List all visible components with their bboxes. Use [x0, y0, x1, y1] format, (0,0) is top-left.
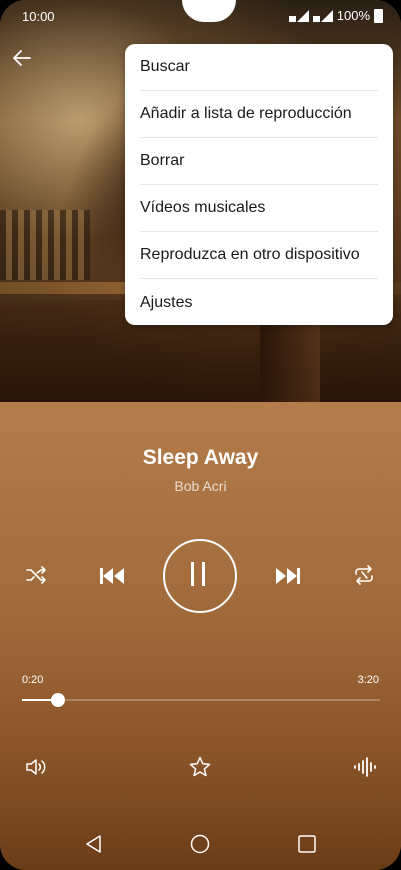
shuffle-button[interactable]	[24, 563, 48, 592]
menu-item-add-to-playlist[interactable]: Añadir a lista de reproducción	[140, 91, 378, 138]
total-duration: 3:20	[357, 674, 379, 686]
arrow-back-icon	[13, 50, 31, 66]
back-button[interactable]	[10, 46, 34, 70]
next-button[interactable]	[274, 564, 302, 593]
menu-item-label: Añadir a lista de reproducción	[140, 105, 352, 122]
music-player-screen: 10:00 100% Buscar Añadir a lista de repr…	[0, 0, 401, 870]
pause-icon	[191, 562, 205, 586]
menu-item-label: Reproduzca en otro dispositivo	[140, 246, 360, 263]
menu-item-label: Buscar	[140, 58, 190, 75]
repeat-icon	[355, 565, 373, 585]
battery-percent: 100%	[336, 8, 370, 23]
menu-item-delete[interactable]: Borrar	[140, 138, 378, 185]
nav-home-icon	[190, 834, 210, 854]
menu-item-settings[interactable]: Ajustes	[140, 279, 378, 326]
seek-bar[interactable]	[22, 693, 380, 707]
menu-item-label: Ajustes	[140, 293, 193, 311]
equalizer-button[interactable]	[352, 755, 378, 784]
signal-2-icon	[312, 9, 333, 22]
repeat-button[interactable]	[352, 563, 376, 592]
volume-icon	[26, 759, 46, 775]
nav-recents-icon	[298, 835, 316, 853]
overflow-menu: Buscar Añadir a lista de reproducción Bo…	[125, 44, 393, 325]
nav-back-icon	[86, 835, 101, 853]
skip-next-icon	[276, 568, 300, 584]
player-panel	[0, 402, 401, 870]
pause-button[interactable]	[163, 539, 237, 613]
shuffle-icon	[26, 566, 46, 584]
menu-item-music-videos[interactable]: Vídeos musicales	[140, 185, 378, 232]
song-title: Sleep Away	[142, 446, 259, 469]
previous-button[interactable]	[98, 564, 126, 593]
menu-item-label: Vídeos musicales	[140, 199, 266, 216]
signal-1-icon	[288, 9, 309, 22]
seek-bar-thumb[interactable]	[51, 693, 65, 707]
skip-previous-icon	[100, 568, 124, 584]
nav-back-button[interactable]	[84, 834, 104, 859]
battery-icon	[374, 8, 383, 23]
equalizer-icon	[354, 757, 376, 777]
artist-name: Bob Acri	[174, 478, 227, 494]
elapsed-time: 0:20	[22, 674, 44, 686]
nav-recents-button[interactable]	[297, 834, 317, 859]
favorite-button[interactable]	[188, 755, 212, 784]
menu-item-label: Borrar	[140, 152, 185, 169]
nav-home-button[interactable]	[190, 834, 210, 859]
menu-item-buscar[interactable]: Buscar	[140, 44, 378, 91]
status-time: 10:00	[22, 9, 55, 24]
status-bar: 10:00 100%	[0, 0, 401, 30]
volume-button[interactable]	[24, 755, 48, 784]
star-icon	[189, 756, 211, 777]
menu-item-play-on-other-device[interactable]: Reproduzca en otro dispositivo	[140, 232, 378, 279]
